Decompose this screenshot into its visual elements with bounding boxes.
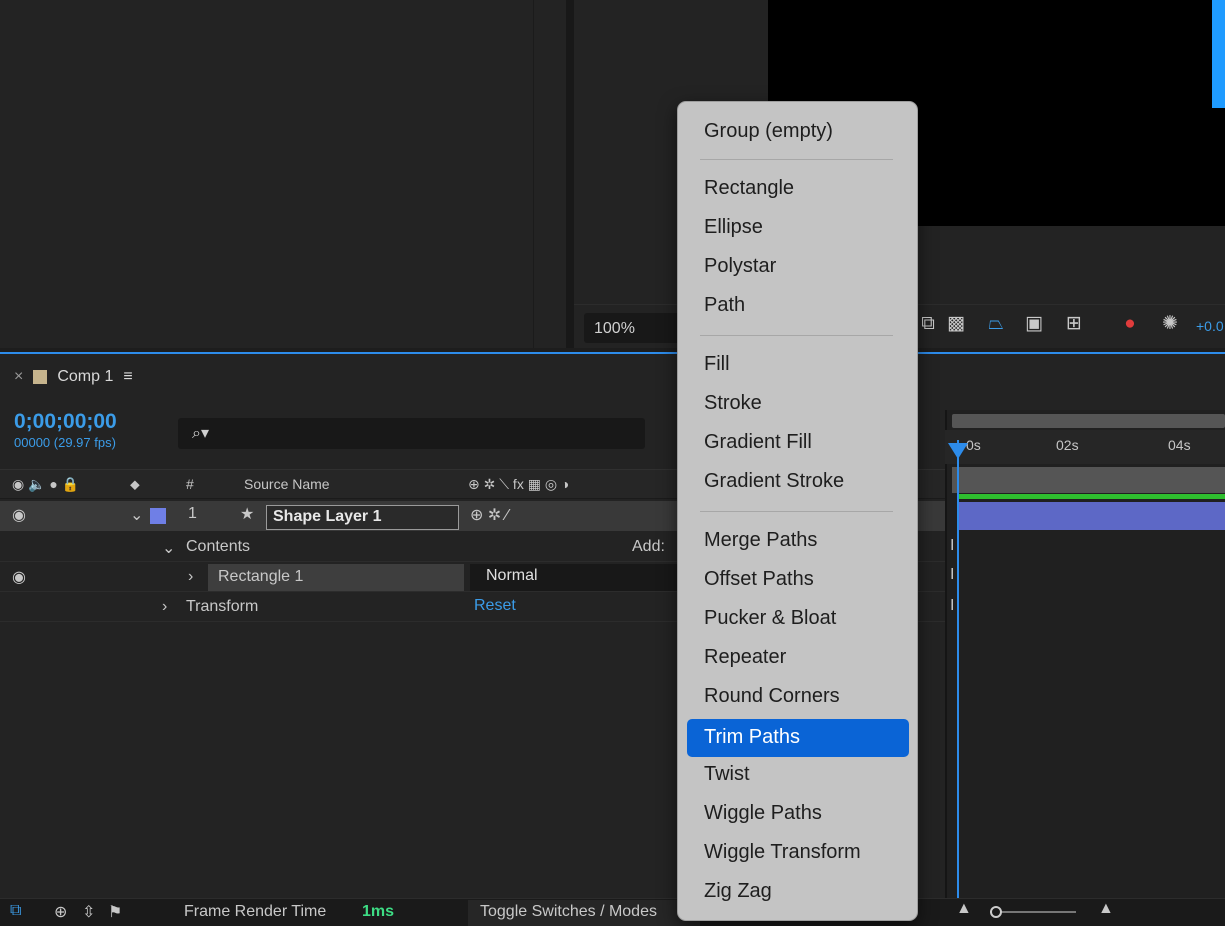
menu-item-round-corners[interactable]: Round Corners (687, 681, 909, 714)
comp-tab-label: Comp 1 (57, 368, 114, 385)
zoom-slider-handle[interactable] (990, 906, 1002, 918)
render-cache-bar (958, 494, 1225, 499)
playhead-handle[interactable] (948, 443, 968, 459)
menu-item-polystar[interactable]: Polystar (687, 251, 909, 284)
menu-item-fill[interactable]: Fill (687, 349, 909, 382)
menu-item-merge-paths[interactable]: Merge Paths (687, 525, 909, 558)
chevron-right-icon[interactable]: › (188, 568, 193, 586)
playhead-line[interactable] (957, 440, 959, 926)
menu-item-trim-paths[interactable]: Trim Paths (687, 719, 909, 757)
layer-index: 1 (188, 505, 197, 522)
zoom-out-icon[interactable]: ▲ (956, 900, 972, 918)
close-icon[interactable]: × (14, 368, 23, 386)
menu-item-wiggle-paths[interactable]: Wiggle Paths (687, 798, 909, 831)
menu-item-ellipse[interactable]: Ellipse (687, 212, 909, 245)
column-number: # (186, 476, 194, 492)
transfer-controls-toggle-icon[interactable]: ⊕ (54, 902, 67, 922)
menu-item-gradient-stroke[interactable]: Gradient Stroke (687, 466, 909, 499)
menu-item-group-empty[interactable]: Group (empty) (687, 116, 909, 149)
layer-switches-toggle-icon[interactable]: ⧉ (10, 902, 21, 920)
panel-divider[interactable] (566, 0, 574, 348)
mask-path-icon[interactable]: ⏢ (984, 312, 1008, 336)
search-input[interactable]: ⌕▾ (178, 418, 645, 449)
shape-layer-star-icon: ★ (240, 506, 255, 523)
exposure-icon[interactable]: ✺ (1158, 312, 1182, 336)
column-source-name[interactable]: Source Name (244, 476, 330, 492)
keyframe-ibeam-icon: I (950, 537, 955, 554)
transform-label: Transform (186, 598, 259, 615)
menu-item-pucker-bloat[interactable]: Pucker & Bloat (687, 603, 909, 636)
render-time-label: Frame Render Time (184, 903, 327, 920)
frame-info: 00000 (29.97 fps) (14, 435, 116, 450)
title-safe-icon[interactable]: ▣ (1022, 312, 1046, 336)
menu-item-rectangle[interactable]: Rectangle (687, 173, 909, 206)
layer-name-field[interactable]: Shape Layer 1 (266, 505, 459, 530)
menu-item-gradient-fill[interactable]: Gradient Fill (687, 427, 909, 460)
menu-item-zig-zag[interactable]: Zig Zag (687, 876, 909, 909)
render-time-value: 1ms (362, 903, 395, 920)
blend-mode-dropdown[interactable]: Normal (470, 564, 680, 591)
rectangle-group-name[interactable]: Rectangle 1 (208, 564, 464, 591)
eye-icon[interactable]: ◉ (12, 505, 26, 525)
av-features-icons: ◉ 🔈 ● 🔒 (12, 476, 80, 492)
zoom-slider[interactable] (990, 911, 1076, 913)
menu-item-stroke[interactable]: Stroke (687, 388, 909, 421)
menu-item-offset-paths[interactable]: Offset Paths (687, 564, 909, 597)
layer-switch-icons[interactable]: ⊕ ✲ ⁄ (470, 505, 508, 525)
chevron-right-icon[interactable]: › (162, 598, 167, 616)
timeline-header-bar (952, 467, 1225, 493)
menu-item-wiggle-transform[interactable]: Wiggle Transform (687, 837, 909, 870)
switches-header-icons: ⊕ ✲ ⟍ fx ▦ ◎ ◑ (468, 476, 570, 492)
toggle-switches-modes-button[interactable]: Toggle Switches / Modes (468, 900, 700, 926)
region-icon[interactable]: ⊞ (1062, 312, 1086, 336)
snapshot-icon[interactable]: ⧉ (916, 312, 940, 336)
layer-label-color[interactable] (150, 508, 166, 524)
channel-icon[interactable]: ● (1118, 312, 1142, 336)
contents-label: Contents (186, 538, 251, 555)
chevron-down-icon[interactable]: ⌄ (162, 538, 175, 558)
panel-menu-icon[interactable]: ≡ (123, 368, 132, 386)
transparency-grid-icon[interactable]: ▩ (944, 312, 968, 336)
keyframe-ibeam-icon: I (950, 597, 955, 614)
add-shape-context-menu: Group (empty) Rectangle Ellipse Polystar… (677, 101, 918, 921)
eye-icon[interactable]: ◉ (12, 567, 26, 587)
ruler-tick: 0s (966, 437, 981, 453)
exposure-value[interactable]: +0.0 (1196, 318, 1224, 334)
viewer-left-pane (0, 0, 534, 348)
menu-separator (700, 159, 893, 160)
comp-color-swatch (33, 370, 48, 384)
menu-separator (700, 335, 893, 336)
chevron-down-icon[interactable]: ⌄ (130, 505, 143, 525)
add-button[interactable]: Add: (632, 538, 665, 556)
work-area-bar[interactable] (952, 414, 1225, 428)
keyframe-ibeam-icon: I (950, 566, 955, 583)
render-time-toggle-icon[interactable]: ⚑ (108, 902, 122, 922)
layer-duration-bar[interactable] (958, 502, 1225, 530)
label-icon[interactable]: ⬥ (130, 476, 140, 493)
ruler-tick: 04s (1168, 437, 1191, 453)
menu-item-path[interactable]: Path (687, 290, 909, 323)
magnification-dropdown[interactable]: 100% (584, 313, 680, 343)
menu-item-twist[interactable]: Twist (687, 759, 909, 792)
menu-separator (700, 511, 893, 512)
current-time-display[interactable]: 0;00;00;00 (14, 410, 117, 434)
ruler-tick: 02s (1056, 437, 1079, 453)
reset-link[interactable]: Reset (474, 597, 516, 615)
tab-comp-1[interactable]: × Comp 1 ≡ (14, 368, 133, 386)
menu-item-repeater[interactable]: Repeater (687, 642, 909, 675)
in-out-toggle-icon[interactable]: ⇳ (82, 902, 95, 922)
zoom-in-icon[interactable]: ▲ (1098, 900, 1114, 918)
selected-shape-edge (1212, 0, 1225, 108)
